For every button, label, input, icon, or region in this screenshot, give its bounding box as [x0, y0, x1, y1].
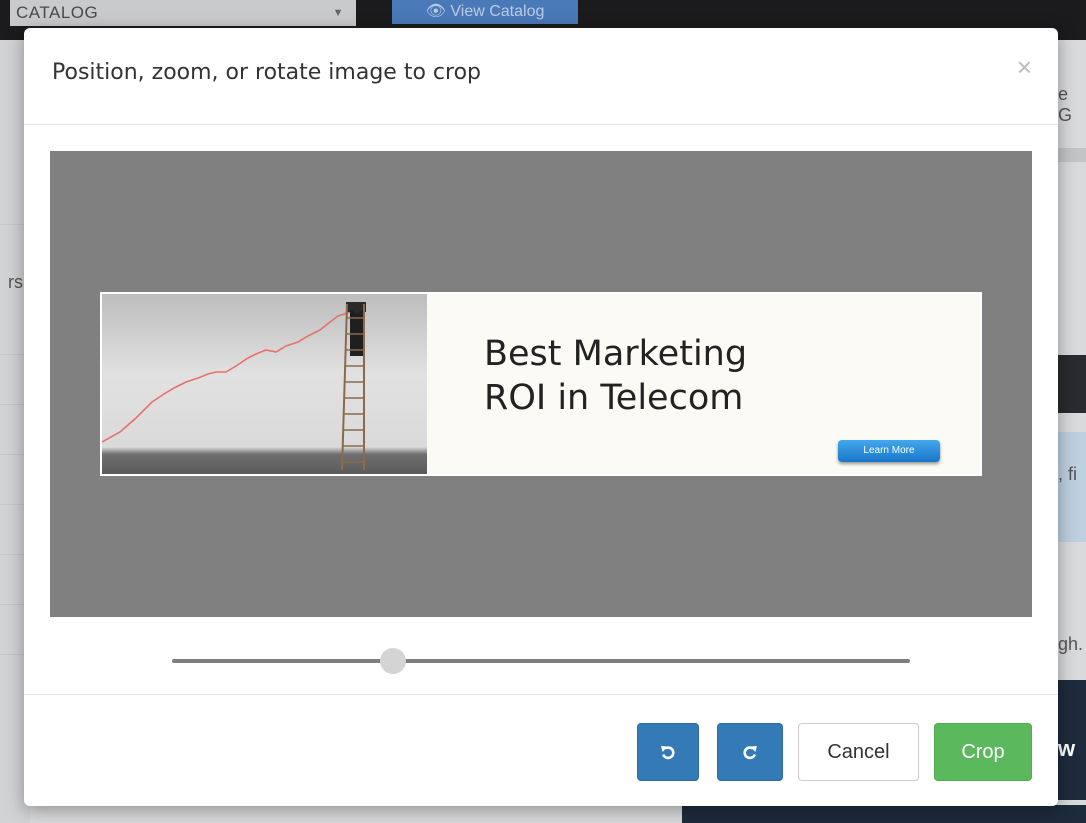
modal-footer: Cancel Crop: [24, 694, 1058, 806]
chevron-down-icon: ▼: [332, 7, 344, 19]
background-alert: [1055, 432, 1086, 542]
crop-canvas[interactable]: Best Marketing ROI in Telecom Learn More: [50, 151, 1032, 617]
crop-image[interactable]: Best Marketing ROI in Telecom Learn More: [100, 292, 982, 476]
view-catalog-label: View Catalog: [450, 3, 545, 20]
crop-button[interactable]: Crop: [934, 723, 1032, 781]
eye-icon: 👁: [425, 3, 446, 20]
ad-headline-line1: Best Marketing: [484, 334, 748, 374]
rotate-left-icon: [661, 745, 675, 759]
background-text-fragment: w: [1058, 736, 1076, 761]
rotate-left-button[interactable]: [637, 723, 699, 781]
background-text-fragment: gh.: [1058, 634, 1084, 654]
crop-modal: Position, zoom, or rotate image to crop …: [24, 28, 1058, 806]
ad-headline-line2: ROI in Telecom: [484, 378, 744, 418]
modal-title: Position, zoom, or rotate image to crop: [52, 60, 481, 85]
learn-more-badge: Learn More: [838, 440, 940, 462]
catalog-select[interactable]: CATALOG ▼: [10, 0, 356, 26]
zoom-track[interactable]: [172, 659, 910, 663]
ladder-photo: [102, 294, 427, 474]
zoom-slider[interactable]: [172, 648, 910, 674]
background-text-fragment: e G: [1058, 84, 1073, 125]
rotate-right-button[interactable]: [717, 723, 783, 781]
modal-header: Position, zoom, or rotate image to crop …: [24, 28, 1058, 125]
zoom-thumb[interactable]: [380, 648, 407, 674]
cancel-button[interactable]: Cancel: [798, 723, 919, 781]
view-catalog-button[interactable]: 👁 View Catalog: [392, 0, 578, 24]
rotate-right-icon: [743, 745, 757, 759]
background-panel: [1055, 355, 1086, 413]
catalog-select-value: CATALOG: [16, 3, 99, 22]
background-text-fragment: , fi: [1058, 464, 1078, 484]
rising-graph-illustration: [102, 302, 366, 471]
close-icon[interactable]: ×: [1017, 54, 1032, 80]
ad-headline: Best Marketing ROI in Telecom: [484, 332, 747, 420]
background-footer: [682, 805, 1086, 823]
